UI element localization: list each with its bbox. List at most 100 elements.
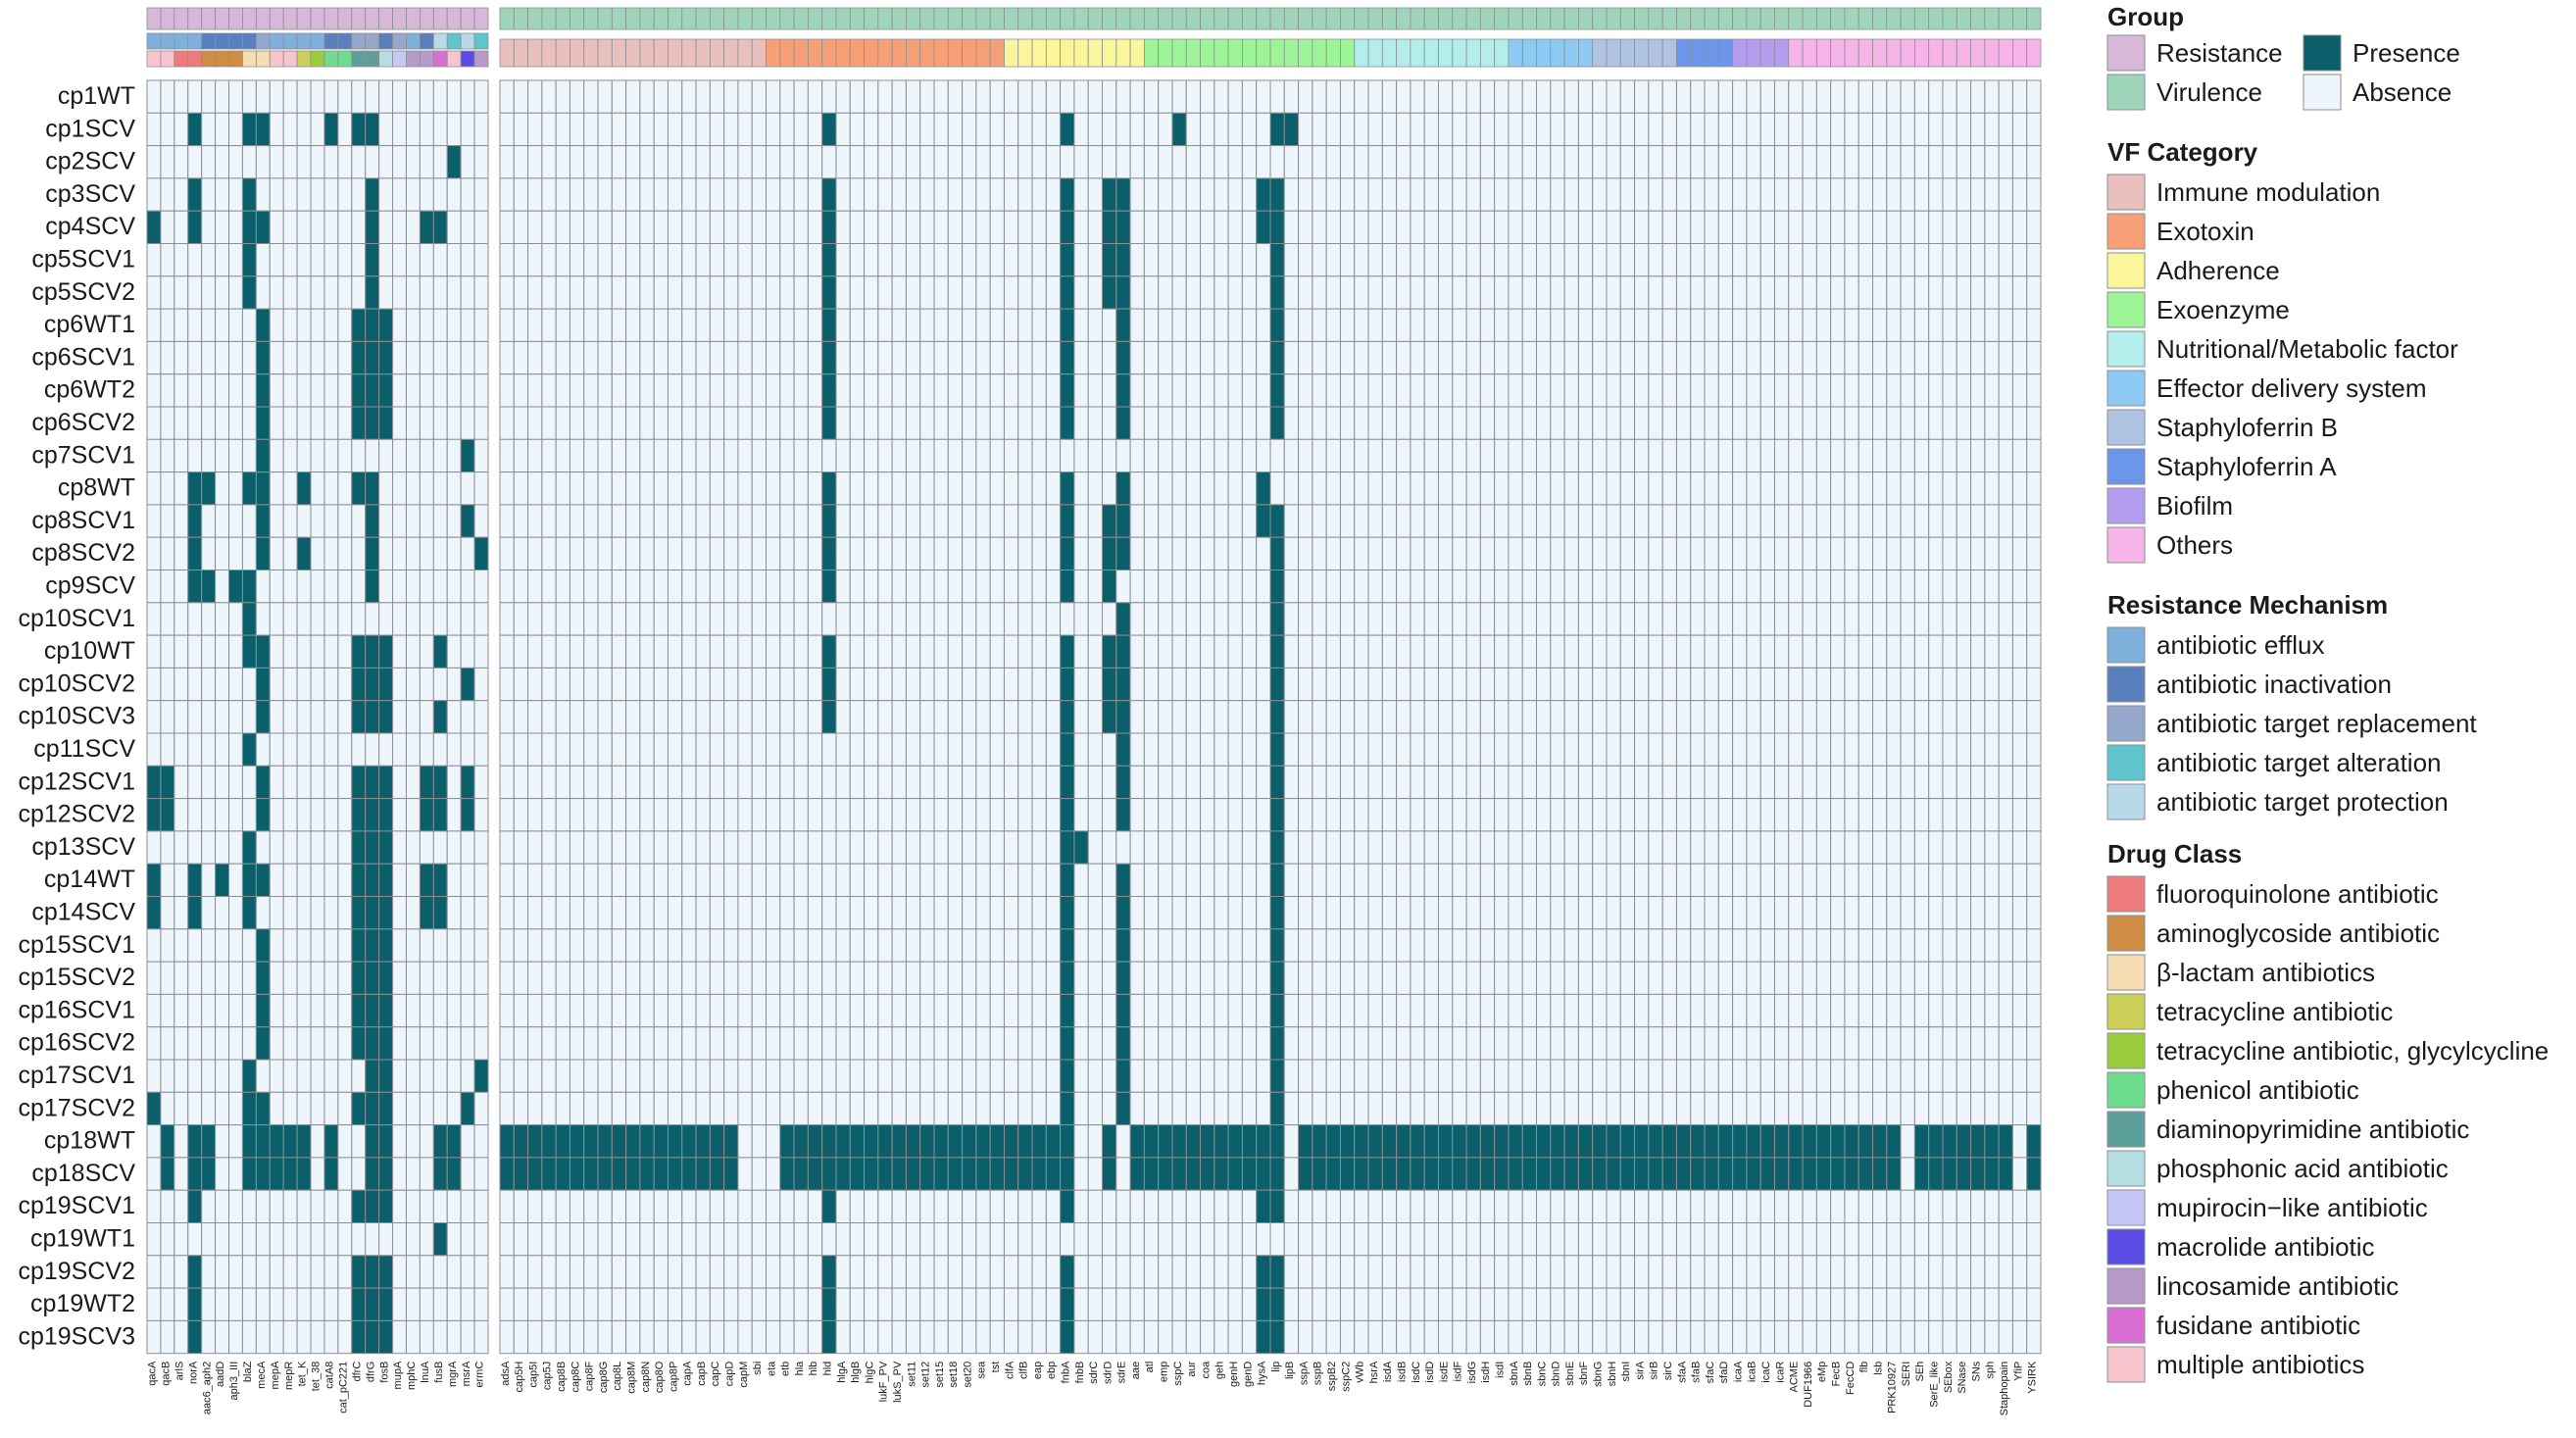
annotation-vf-category [597, 38, 613, 68]
cell [1815, 896, 1832, 930]
cell [597, 700, 613, 734]
cell [1214, 79, 1229, 114]
cell [446, 1026, 462, 1061]
cell [681, 1026, 697, 1061]
cell [625, 438, 641, 473]
cell [849, 667, 866, 702]
cell [228, 243, 243, 277]
cell [1746, 896, 1761, 930]
cell [323, 667, 339, 702]
cell [419, 145, 434, 179]
cell [793, 863, 809, 898]
cell [1998, 634, 2013, 669]
cell [146, 700, 162, 734]
cell [1550, 1157, 1565, 1191]
cell [1746, 798, 1761, 832]
cell [1396, 961, 1412, 995]
cell [1942, 993, 1957, 1028]
cell [1410, 406, 1425, 440]
cell [835, 928, 851, 963]
cell [228, 928, 243, 963]
cell [1256, 112, 1271, 147]
cell [187, 765, 203, 800]
cell [1003, 863, 1019, 898]
cell [1494, 536, 1510, 571]
cell [1410, 1157, 1425, 1191]
cell [1312, 243, 1327, 277]
cell [611, 308, 627, 342]
annotation-vf-category [1956, 38, 1971, 68]
cell [1998, 830, 2013, 865]
cell [460, 438, 475, 473]
cell [1465, 1059, 1481, 1093]
cell [1214, 1059, 1229, 1093]
cell [1606, 536, 1621, 571]
cell [1312, 961, 1327, 995]
cell [173, 667, 189, 702]
cell [1536, 1124, 1552, 1159]
cell [1410, 210, 1425, 244]
cell [695, 79, 711, 114]
cell [1367, 634, 1383, 669]
cell [583, 308, 599, 342]
cell [173, 1124, 189, 1159]
cell [709, 1091, 725, 1126]
cell [392, 1091, 407, 1126]
cell [709, 798, 725, 832]
cell [1634, 993, 1650, 1028]
cell [877, 406, 893, 440]
annotation-drug-class [173, 50, 189, 68]
cell [173, 406, 189, 440]
cell [1872, 275, 1888, 310]
cell [473, 961, 489, 995]
cell [933, 667, 949, 702]
cell [1563, 798, 1579, 832]
cell [1465, 1026, 1481, 1061]
cell [296, 340, 312, 375]
cell [1102, 732, 1117, 767]
cell [405, 993, 421, 1028]
cell [1060, 438, 1075, 473]
cell [1773, 1026, 1790, 1061]
cell [709, 634, 725, 669]
cell [323, 177, 339, 212]
cell [709, 340, 725, 375]
cell [1900, 863, 1915, 898]
cell [1102, 112, 1117, 147]
cell [1396, 112, 1412, 147]
cell [1550, 602, 1565, 636]
cell [597, 79, 613, 114]
cell [1858, 373, 1874, 408]
cell [933, 1026, 949, 1061]
annotation-mechanism [446, 32, 462, 50]
annotation-drug-class [282, 50, 298, 68]
cell [1717, 471, 1734, 506]
cell [1325, 798, 1341, 832]
cell [2026, 406, 2042, 440]
cell [392, 1124, 407, 1159]
cell [513, 602, 529, 636]
cell [1465, 438, 1481, 473]
cell [639, 700, 655, 734]
cell [1913, 177, 1930, 212]
cell [723, 1157, 739, 1191]
cell [1367, 928, 1383, 963]
cell [864, 275, 879, 310]
annotation-vf-category [1214, 38, 1229, 68]
cell [1060, 896, 1075, 930]
cell [751, 275, 768, 310]
cell [891, 830, 907, 865]
cell [667, 1189, 683, 1223]
cell [2011, 112, 2028, 147]
cell [1367, 340, 1383, 375]
cell [821, 1189, 837, 1223]
cell [723, 145, 739, 179]
cell [597, 145, 613, 179]
cell [1773, 406, 1790, 440]
cell [1815, 1059, 1832, 1093]
cell [1717, 406, 1734, 440]
cell [1675, 863, 1692, 898]
cell [1563, 275, 1579, 310]
cell [555, 1026, 570, 1061]
cell [667, 177, 683, 212]
